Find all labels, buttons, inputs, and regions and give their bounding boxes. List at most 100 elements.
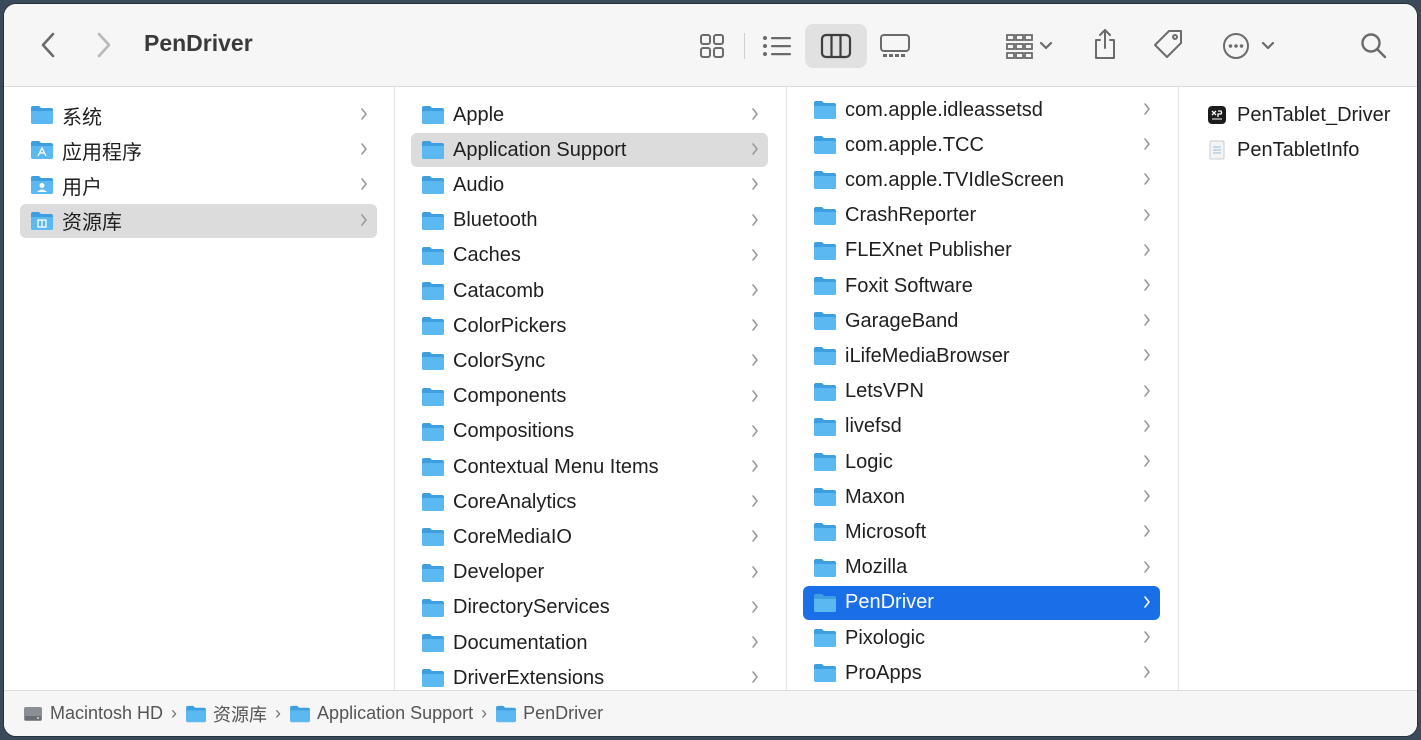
library-folder[interactable]: Application Support (411, 133, 768, 168)
library-folder[interactable]: ColorSync (411, 344, 768, 378)
back-button[interactable] (34, 30, 62, 60)
library-folder[interactable]: DirectoryServices (411, 591, 768, 625)
app-support-folder-label: ProApps (845, 661, 922, 684)
app-support-folder[interactable]: CrashReporter (803, 199, 1160, 233)
library-folder[interactable]: Apple (411, 98, 768, 132)
chevron-right-icon (752, 495, 758, 507)
app-support-folder[interactable]: com.apple.TCC (803, 128, 1160, 162)
toolbar: PenDriver (4, 4, 1417, 87)
app-support-folder[interactable]: Foxit Software (803, 269, 1160, 303)
tag-button[interactable] (1150, 24, 1186, 64)
app-support-folder[interactable]: com.apple.TVIdleScreen (803, 163, 1160, 197)
chevron-right-icon (752, 600, 758, 613)
app-support-folder[interactable]: GarageBand (803, 304, 1160, 338)
folder-icon (422, 528, 444, 547)
library-folder[interactable]: Catacomb (411, 274, 768, 308)
sidebar-item[interactable]: 用户 (20, 168, 377, 202)
chevron-right-icon (1144, 384, 1150, 397)
chevron-right-icon (752, 565, 758, 578)
list-view-button[interactable] (749, 24, 805, 68)
folder-icon (422, 141, 444, 160)
library-folder[interactable]: Contextual Menu Items (411, 450, 768, 484)
app-support-folder[interactable]: com.apple.idleassetsd (803, 93, 1160, 127)
app-support-folder-label: Pixologic (845, 626, 926, 649)
group-icon (1006, 34, 1053, 59)
library-folder[interactable]: Audio (411, 168, 768, 202)
sidebar-item-label: 资源库 (62, 212, 122, 235)
app-support-folder-label: com.apple.TVIdleScreen (845, 168, 1065, 191)
folder-icon (31, 106, 53, 124)
app-support-folder[interactable]: Microsoft (803, 515, 1160, 549)
app-support-folder-label: Foxit Software (845, 274, 973, 297)
xp-pen-app-icon (1208, 106, 1226, 124)
library-folder-label: Audio (453, 173, 505, 196)
more-actions-button[interactable] (1218, 26, 1278, 66)
path-crumb[interactable]: 资源库 (185, 701, 267, 727)
app-support-folder[interactable]: PenDriver (803, 585, 1160, 620)
app-support-folder[interactable]: Pixologic (803, 621, 1160, 655)
library-column: Apple Application Support Audio Bluetooth Ca… (395, 87, 787, 690)
library-folder-label: Contextual Menu Items (453, 455, 659, 478)
app-support-folder[interactable]: ProApps (803, 656, 1160, 690)
library-folder[interactable]: Developer (411, 556, 768, 590)
path-crumb[interactable]: Macintosh HD (22, 703, 163, 724)
folder-icon (814, 558, 836, 577)
path-crumb[interactable]: PenDriver (495, 703, 603, 724)
path-crumb[interactable]: Application Support (289, 703, 473, 724)
group-button[interactable] (996, 26, 1062, 66)
app-support-folder[interactable]: FLEXnet Publisher (803, 234, 1160, 268)
toolbar-divider (744, 33, 745, 59)
chevron-right-icon (752, 636, 758, 648)
app-support-folder[interactable]: Logic (803, 445, 1160, 479)
chevron-right-icon (361, 143, 367, 155)
search-button[interactable] (1356, 26, 1392, 66)
application-support-column: com.apple.idleassetsd com.apple.TCC com.ap… (787, 87, 1179, 690)
chevron-right-icon (1144, 525, 1150, 538)
list-view-icon (763, 36, 791, 56)
sidebar-item[interactable]: 系统 (20, 98, 377, 132)
folder-icon (814, 347, 836, 366)
view-mode-group (684, 24, 923, 68)
pendriver-file[interactable]: PenTablet_Driver (1195, 98, 1417, 132)
library-folder[interactable]: Components (411, 380, 768, 414)
library-folder-label: Bluetooth (453, 209, 538, 232)
sidebar-item[interactable]: 资源库 (20, 203, 377, 238)
app-support-folder[interactable]: Mozilla (803, 551, 1160, 585)
sidebar-item[interactable]: 应用程序 (20, 133, 377, 167)
library-folder[interactable]: DriverExtensions (411, 661, 768, 690)
library-folder[interactable]: Caches (411, 239, 768, 273)
library-folder-label: Compositions (453, 420, 575, 443)
chevron-right-icon (361, 213, 367, 226)
sidebar-item-label: 系统 (62, 106, 102, 129)
pendriver-file[interactable]: PenTabletInfo (1195, 133, 1417, 167)
folder-icon (422, 634, 444, 652)
forward-button[interactable] (90, 30, 118, 60)
chevron-right-icon (752, 248, 758, 261)
icon-view-button[interactable] (684, 24, 740, 68)
folder-icon (422, 317, 444, 336)
library-folder[interactable]: CoreAnalytics (411, 485, 768, 519)
app-support-folder[interactable]: LetsVPN (803, 375, 1160, 409)
library-folder[interactable]: ColorPickers (411, 309, 768, 343)
chevron-right-icon (752, 424, 758, 437)
app-support-folder[interactable]: Maxon (803, 480, 1160, 514)
gallery-view-button[interactable] (867, 24, 923, 68)
library-folder-label: DriverExtensions (453, 666, 605, 689)
folder-icon (814, 523, 836, 542)
library-folder[interactable]: Documentation (411, 626, 768, 660)
path-crumb-label: Application Support (317, 703, 474, 723)
folder-icon (422, 387, 444, 406)
library-folder[interactable]: Bluetooth (411, 204, 768, 238)
app-support-folder[interactable]: iLifeMediaBrowser (803, 339, 1160, 373)
sidebar-item-label: 应用程序 (62, 141, 142, 164)
share-button[interactable] (1090, 24, 1120, 64)
app-support-folder[interactable]: livefsd (803, 410, 1160, 444)
app-support-folder-label: Mozilla (845, 556, 908, 579)
plist-file-icon (1209, 140, 1225, 160)
chevron-right-icon (1144, 419, 1150, 432)
column-view-button[interactable] (805, 24, 867, 68)
library-folder[interactable]: Compositions (411, 415, 768, 449)
pendriver-file-label: PenTablet_Driver (1237, 103, 1391, 126)
library-folder-label: CoreAnalytics (453, 490, 577, 513)
library-folder[interactable]: CoreMediaIO (411, 520, 768, 554)
